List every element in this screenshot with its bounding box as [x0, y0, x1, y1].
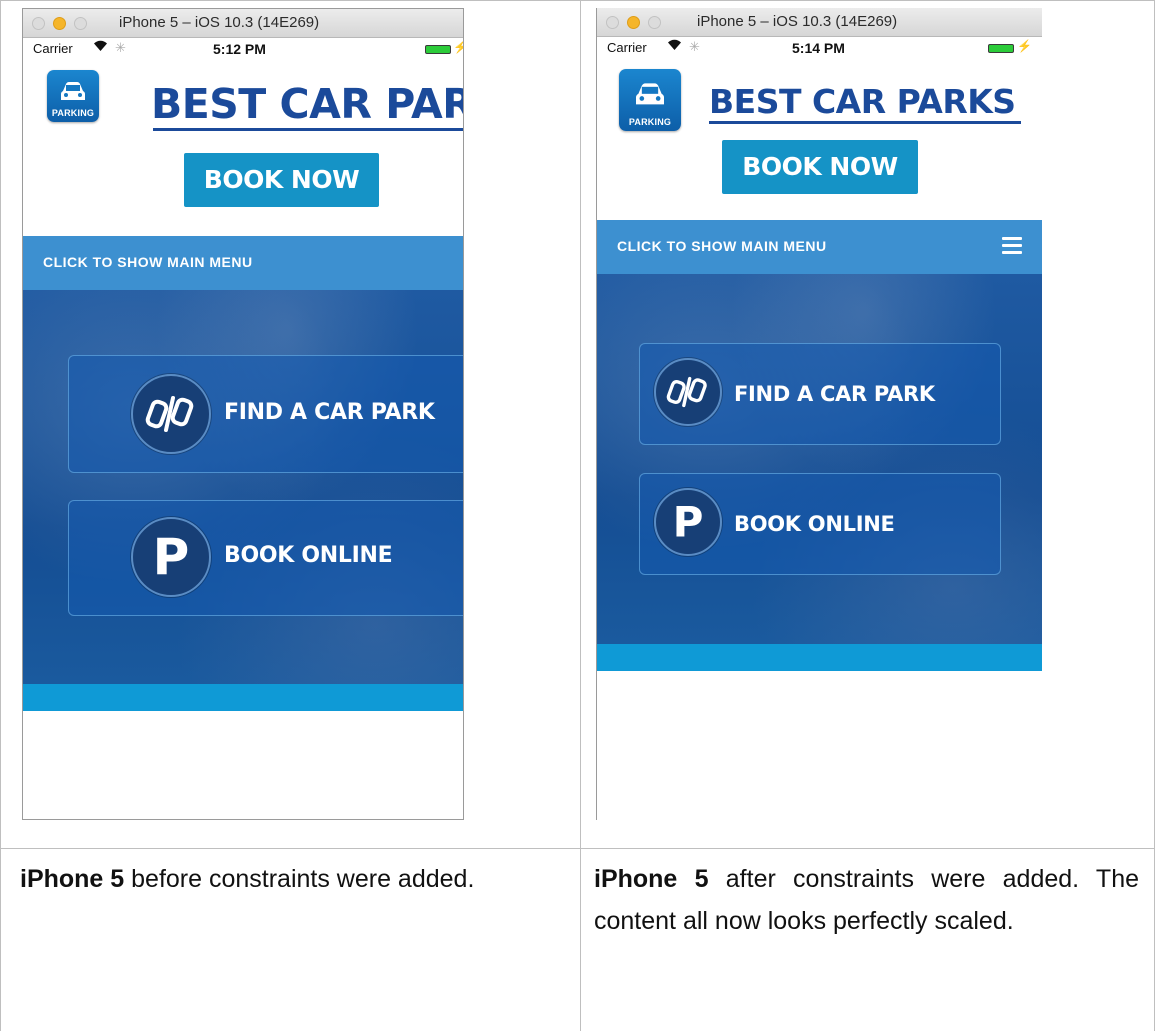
- parking-icon: P: [131, 517, 211, 597]
- find-car-park-label: FIND A CAR PARK: [734, 382, 935, 406]
- car-icon: [61, 82, 85, 100]
- menu-toggle-label: CLICK TO SHOW MAIN MENU: [617, 238, 827, 254]
- car-icon: [636, 83, 664, 105]
- brand-title: BEST CAR PAR: [151, 80, 464, 128]
- book-now-button[interactable]: BOOK NOW: [722, 140, 918, 194]
- activity-spinner-icon: ✳: [689, 39, 700, 54]
- main-menu-bar[interactable]: CLICK TO SHOW MAIN MENU: [23, 236, 463, 290]
- wifi-icon: [93, 39, 108, 55]
- brand-underline: [709, 121, 1021, 124]
- caption-before: iPhone 5 before constraints were added.: [20, 858, 565, 900]
- parking-icon: P: [654, 488, 722, 556]
- book-online-label: BOOK ONLINE: [734, 512, 895, 536]
- caption-before-text: before constraints were added.: [124, 865, 475, 893]
- car-swap-icon: [131, 374, 211, 454]
- footer-strip: [597, 644, 1042, 671]
- menu-toggle-label: CLICK TO SHOW MAIN MENU: [43, 254, 253, 270]
- find-car-park-card[interactable]: FIND A CAR PARK: [68, 355, 463, 473]
- hamburger-menu-icon[interactable]: [1002, 237, 1022, 254]
- book-now-button[interactable]: BOOK NOW: [184, 153, 379, 207]
- logo-label: PARKING: [51, 108, 95, 118]
- footer-strip: [23, 684, 463, 711]
- app-header: PARKING BEST CAR PAR BOOK NOW: [23, 60, 463, 235]
- hero-section: FIND A CAR PARK P BOOK ONLINE: [23, 290, 463, 684]
- zoom-window-button[interactable]: [648, 16, 661, 29]
- brand-underline: [153, 128, 463, 131]
- battery-icon: [425, 45, 451, 54]
- battery-icon: [988, 44, 1014, 53]
- parking-glyph: P: [152, 528, 190, 586]
- find-car-park-label: FIND A CAR PARK: [224, 400, 435, 425]
- status-time: 5:12 PM: [213, 41, 266, 57]
- table-divider-vertical: [580, 0, 581, 1031]
- book-online-label: BOOK ONLINE: [224, 543, 393, 568]
- caption-after-device: iPhone 5: [594, 865, 709, 893]
- simulator-title: iPhone 5 – iOS 10.3 (14E269): [697, 13, 898, 30]
- caption-after: iPhone 5 after constraints were added. T…: [594, 858, 1139, 942]
- charging-icon: ⚡: [1017, 39, 1032, 53]
- simulator-titlebar: iPhone 5 – iOS 10.3 (14E269): [23, 9, 463, 38]
- table-border-top: [0, 0, 1155, 1]
- simulator-title: iPhone 5 – iOS 10.3 (14E269): [119, 14, 320, 31]
- carrier-label: Carrier: [607, 40, 647, 55]
- minimize-window-button[interactable]: [53, 17, 66, 30]
- main-menu-bar[interactable]: CLICK TO SHOW MAIN MENU: [597, 220, 1042, 274]
- activity-spinner-icon: ✳: [115, 40, 126, 55]
- caption-before-device: iPhone 5: [20, 865, 125, 893]
- close-window-button[interactable]: [32, 17, 45, 30]
- parking-logo[interactable]: PARKING: [47, 70, 99, 122]
- book-online-card[interactable]: P BOOK ONLINE: [639, 473, 1001, 575]
- parking-logo[interactable]: PARKING: [619, 69, 681, 131]
- simulator-window-after: iPhone 5 – iOS 10.3 (14E269) Carrier ✳ 5…: [596, 8, 1042, 820]
- car-swap-icon: [654, 358, 722, 426]
- hero-section: FIND A CAR PARK P BOOK ONLINE: [597, 274, 1042, 644]
- table-divider-horizontal: [0, 848, 1155, 849]
- wifi-icon: [667, 38, 682, 54]
- parking-glyph: P: [672, 497, 704, 547]
- brand-title: BEST CAR PARKS: [709, 82, 1016, 121]
- find-car-park-card[interactable]: FIND A CAR PARK: [639, 343, 1001, 445]
- charging-icon: ⚡: [453, 40, 463, 54]
- status-time: 5:14 PM: [792, 40, 845, 56]
- table-border-left: [0, 0, 1, 1031]
- simulator-window-before: iPhone 5 – iOS 10.3 (14E269) Carrier ✳ 5…: [22, 8, 464, 820]
- simulator-titlebar: iPhone 5 – iOS 10.3 (14E269): [597, 8, 1042, 37]
- zoom-window-button[interactable]: [74, 17, 87, 30]
- ios-status-bar: Carrier ✳ 5:14 PM ⚡: [597, 37, 1042, 59]
- app-header: PARKING BEST CAR PARKS BOOK NOW: [597, 59, 1042, 220]
- carrier-label: Carrier: [33, 41, 73, 56]
- minimize-window-button[interactable]: [627, 16, 640, 29]
- logo-label: PARKING: [628, 117, 672, 127]
- ios-status-bar: Carrier ✳ 5:12 PM ⚡: [23, 38, 463, 60]
- close-window-button[interactable]: [606, 16, 619, 29]
- book-online-card[interactable]: P BOOK ONLINE: [68, 500, 463, 616]
